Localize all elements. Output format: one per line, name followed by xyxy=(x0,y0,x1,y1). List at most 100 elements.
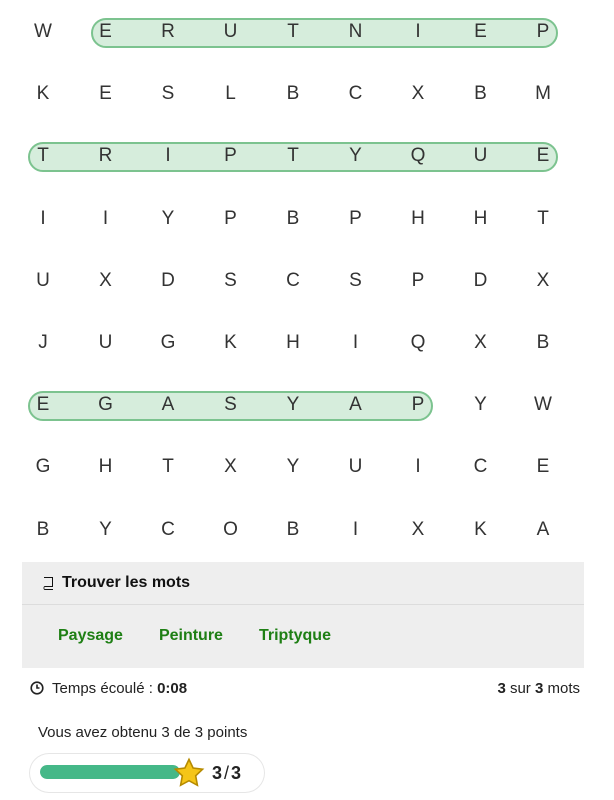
grid-cell[interactable]: A xyxy=(325,374,387,436)
grid-cell[interactable]: U xyxy=(200,1,262,63)
grid-cell[interactable]: E xyxy=(75,63,137,125)
grid-row: WERUTNIEP xyxy=(12,1,606,63)
words-panel: Trouver les mots Paysage Peinture Tripty… xyxy=(22,562,584,668)
grid-cell[interactable]: B xyxy=(450,63,512,125)
grid-cell[interactable]: H xyxy=(75,436,137,498)
grid-cell[interactable]: I xyxy=(387,1,449,63)
grid-cell[interactable]: Y xyxy=(325,125,387,187)
grid-cell[interactable]: Y xyxy=(262,374,324,436)
grid-cell[interactable]: Y xyxy=(450,374,512,436)
grid-cell[interactable]: P xyxy=(200,125,262,187)
grid-cell[interactable]: X xyxy=(75,250,137,312)
grid-cell[interactable]: I xyxy=(12,188,74,250)
grid-row: EGASYAPYW xyxy=(12,374,606,436)
grid-cell[interactable]: S xyxy=(200,374,262,436)
grid-cell[interactable]: E xyxy=(512,125,574,187)
grid-cell[interactable]: P xyxy=(387,374,449,436)
grid-cell[interactable]: K xyxy=(450,499,512,561)
grid-cell[interactable]: B xyxy=(262,188,324,250)
grid-cell[interactable]: G xyxy=(12,436,74,498)
grid-cell[interactable]: O xyxy=(200,499,262,561)
grid-cell[interactable]: X xyxy=(387,499,449,561)
word-item[interactable]: Triptyque xyxy=(259,627,331,645)
grid-cell[interactable]: Y xyxy=(75,499,137,561)
grid-cell[interactable]: C xyxy=(450,436,512,498)
grid-cell[interactable]: I xyxy=(387,436,449,498)
grid-row: TRIPTYQUE xyxy=(12,125,606,187)
grid-cell[interactable]: Q xyxy=(387,125,449,187)
grid-cell[interactable]: I xyxy=(75,188,137,250)
grid-cell[interactable]: X xyxy=(200,436,262,498)
score-progress: 3/3 xyxy=(30,754,264,792)
grid-cell[interactable]: U xyxy=(450,125,512,187)
total-count: 3 xyxy=(534,679,544,697)
grid-cell[interactable]: N xyxy=(325,1,387,63)
grid-row: BYCOBIXKA xyxy=(12,499,606,561)
grid-cell[interactable]: Y xyxy=(137,188,199,250)
grid-cell[interactable]: T xyxy=(262,125,324,187)
grid-cell[interactable]: U xyxy=(325,436,387,498)
grid-cell[interactable]: L xyxy=(200,63,262,125)
grid-cell[interactable]: U xyxy=(75,312,137,374)
grid-cell[interactable]: H xyxy=(450,188,512,250)
grid-cell[interactable]: G xyxy=(137,312,199,374)
grid-cell[interactable]: S xyxy=(325,250,387,312)
grid-cell[interactable]: T xyxy=(262,1,324,63)
grid-cell[interactable]: X xyxy=(450,312,512,374)
grid-cell[interactable]: H xyxy=(262,312,324,374)
word-search-grid: WERUTNIEPKESLBCXBMTRIPTYQUEIIYPBPHHTUXDS… xyxy=(12,0,606,560)
grid-cell[interactable]: B xyxy=(512,312,574,374)
grid-cell[interactable]: M xyxy=(512,63,574,125)
grid-cell[interactable]: R xyxy=(137,1,199,63)
grid-cell[interactable]: T xyxy=(512,188,574,250)
word-item[interactable]: Paysage xyxy=(58,627,123,645)
grid-cell[interactable]: A xyxy=(137,374,199,436)
grid-cell[interactable]: C xyxy=(262,250,324,312)
grid-cell[interactable]: W xyxy=(512,374,574,436)
grid-cell[interactable]: X xyxy=(512,250,574,312)
grid-cell[interactable]: Q xyxy=(387,312,449,374)
grid-cell[interactable]: T xyxy=(12,125,74,187)
grid-row: GHTXYUICE xyxy=(12,436,606,498)
grid-row: UXDSCSPDX xyxy=(12,250,606,312)
grid-cell[interactable]: H xyxy=(387,188,449,250)
elapsed-value: 0:08 xyxy=(157,679,188,697)
grid-cell[interactable]: R xyxy=(75,125,137,187)
grid-cell[interactable]: E xyxy=(75,1,137,63)
grid-cell[interactable]: K xyxy=(12,63,74,125)
grid-cell[interactable]: D xyxy=(450,250,512,312)
found-count: 3 xyxy=(497,679,506,697)
grid-cell[interactable]: C xyxy=(137,499,199,561)
grid-cell[interactable]: B xyxy=(262,63,324,125)
progress-label: 3/3 xyxy=(212,763,242,783)
grid-cell[interactable]: X xyxy=(387,63,449,125)
grid-row: IIYPBPHHT xyxy=(12,188,606,250)
grid-cell[interactable]: B xyxy=(12,499,74,561)
grid-cell[interactable]: E xyxy=(512,436,574,498)
grid-cell[interactable]: P xyxy=(512,1,574,63)
grid-cell[interactable]: S xyxy=(200,250,262,312)
words-panel-header: Trouver les mots xyxy=(22,562,584,605)
grid-cell[interactable]: P xyxy=(200,188,262,250)
grid-cell[interactable]: T xyxy=(137,436,199,498)
grid-cell[interactable]: J xyxy=(12,312,74,374)
grid-cell[interactable]: P xyxy=(325,188,387,250)
word-item[interactable]: Peinture xyxy=(159,627,223,645)
grid-cell[interactable]: B xyxy=(262,499,324,561)
grid-cell[interactable]: Y xyxy=(262,436,324,498)
grid-cell[interactable]: W xyxy=(12,1,74,63)
grid-cell[interactable]: E xyxy=(12,374,74,436)
star-icon xyxy=(173,757,205,787)
grid-cell[interactable]: P xyxy=(387,250,449,312)
grid-cell[interactable]: I xyxy=(137,125,199,187)
grid-cell[interactable]: C xyxy=(325,63,387,125)
grid-cell[interactable]: I xyxy=(325,499,387,561)
grid-cell[interactable]: U xyxy=(12,250,74,312)
grid-cell[interactable]: D xyxy=(137,250,199,312)
grid-cell[interactable]: G xyxy=(75,374,137,436)
grid-cell[interactable]: S xyxy=(137,63,199,125)
grid-cell[interactable]: I xyxy=(325,312,387,374)
grid-cell[interactable]: A xyxy=(512,499,574,561)
grid-cell[interactable]: E xyxy=(450,1,512,63)
grid-cell[interactable]: K xyxy=(200,312,262,374)
